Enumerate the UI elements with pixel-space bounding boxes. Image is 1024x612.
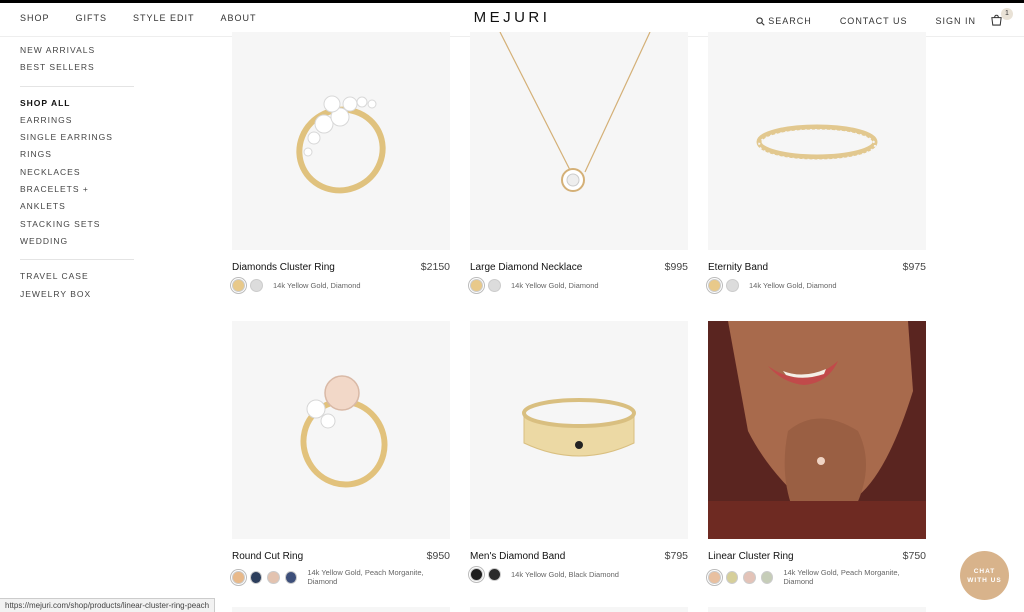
swatch-yellow-gold[interactable] [232, 279, 245, 292]
chat-label-line2: WITH US [967, 577, 1002, 584]
swatch-white-gold[interactable] [726, 279, 739, 292]
product-name[interactable]: Diamonds Cluster Ring [232, 262, 335, 273]
product-price: $975 [902, 261, 926, 273]
signin-link[interactable]: SIGN IN [935, 16, 976, 26]
swatch-peach[interactable] [232, 570, 245, 584]
product-material: 14k Yellow Gold, Black Diamond [511, 570, 619, 579]
sidebar-item-jewelry-box[interactable]: JEWELRY BOX [20, 286, 134, 303]
sidebar-item-stacking-sets[interactable]: STACKING SETS [20, 216, 134, 233]
nav-shop[interactable]: SHOP [20, 13, 50, 23]
nav-about[interactable]: ABOUT [221, 13, 257, 23]
utility-nav: SEARCH CONTACT US SIGN IN 1 [728, 8, 1013, 29]
sidebar-item-necklaces[interactable]: NECKLACES [20, 164, 134, 181]
product-price: $995 [664, 261, 688, 273]
product-price: $950 [426, 550, 450, 562]
product-card[interactable]: Diamonds Cluster Ring $2150 14k Yellow G… [232, 32, 450, 301]
color-swatches: 14k Yellow Gold, Peach Morganite, Diamon… [232, 568, 450, 586]
sidebar-item-new-arrivals[interactable]: NEW ARRIVALS [20, 42, 134, 59]
swatch-white-gold[interactable] [488, 279, 501, 292]
cart-count-badge: 1 [1001, 8, 1013, 20]
product-price: $750 [902, 550, 926, 562]
swatch-green[interactable] [725, 570, 739, 584]
product-material: 14k Yellow Gold, Diamond [749, 281, 837, 290]
cart-button[interactable]: 1 [990, 8, 1013, 29]
chat-label-line1: CHAT [973, 568, 996, 575]
product-name[interactable]: Men's Diamond Band [470, 551, 565, 562]
product-image[interactable] [470, 32, 688, 250]
swatch-yellow-gold[interactable] [708, 279, 721, 292]
sidebar-item-single-earrings[interactable]: SINGLE EARRINGS [20, 129, 134, 146]
product-material: 14k Yellow Gold, Peach Morganite, Diamon… [783, 568, 900, 586]
product-name[interactable]: Eternity Band [708, 262, 768, 273]
sidebar-item-rings[interactable]: RINGS [20, 146, 134, 163]
sidebar-item-travel-case[interactable]: TRAVEL CASE [20, 268, 134, 285]
product-image[interactable] [232, 32, 450, 250]
product-price: $795 [664, 550, 688, 562]
sidebar-item-earrings[interactable]: EARRINGS [20, 112, 134, 129]
swatch-rose[interactable] [267, 570, 280, 584]
search-link[interactable]: SEARCH [756, 16, 812, 26]
swatch-white-gold[interactable] [250, 279, 263, 292]
product-material: 14k Yellow Gold, Diamond [511, 281, 599, 290]
swatch-navy[interactable] [284, 570, 298, 584]
color-swatches: 14k Yellow Gold, Diamond [470, 279, 599, 292]
nav-style-edit[interactable]: STYLE EDIT [133, 13, 195, 23]
product-material: 14k Yellow Gold, Diamond [273, 281, 361, 290]
product-material: 14k Yellow Gold, Peach Morganite, Diamon… [307, 568, 424, 586]
color-swatches: 14k Yellow Gold, Diamond [708, 279, 837, 292]
color-swatches: 14k Yellow Gold, Diamond [232, 279, 361, 292]
swatch-peach[interactable] [708, 570, 721, 584]
product-price: $2150 [420, 261, 450, 273]
product-card[interactable]: Round Cut Ring $950 14k Yellow Gold, Pea… [232, 321, 450, 590]
sidebar-item-shop-all[interactable]: SHOP ALL [20, 95, 134, 112]
nav-gifts[interactable]: GIFTS [76, 13, 108, 23]
category-sidebar: NEW ARRIVALS BEST SELLERS SHOP ALL EARRI… [20, 42, 134, 303]
product-card-partial [232, 607, 450, 612]
swatch-rose[interactable] [743, 570, 756, 584]
product-image[interactable] [470, 321, 688, 539]
product-card-partial [708, 607, 926, 612]
chat-button[interactable]: CHAT WITH US [960, 551, 1009, 600]
main-nav: SHOP GIFTS STYLE EDIT ABOUT [20, 13, 283, 23]
product-image[interactable] [232, 321, 450, 539]
contact-link[interactable]: CONTACT US [840, 16, 908, 26]
swatch-yellow-gold[interactable] [470, 279, 483, 292]
swatch-sage[interactable] [760, 570, 774, 584]
product-card[interactable]: Eternity Band $975 14k Yellow Gold, Diam… [708, 32, 926, 301]
product-image[interactable] [708, 32, 926, 250]
product-card[interactable]: Linear Cluster Ring $750 14k Yellow Gold… [708, 321, 926, 590]
product-name[interactable]: Large Diamond Necklace [470, 262, 582, 273]
product-image[interactable] [708, 321, 926, 539]
product-card-partial [470, 607, 688, 612]
sidebar-item-best-sellers[interactable]: BEST SELLERS [20, 59, 134, 76]
search-icon [756, 16, 765, 26]
link-status-bar: https://mejuri.com/shop/products/linear-… [0, 598, 216, 612]
product-card[interactable]: Men's Diamond Band $795 14k Yellow Gold,… [470, 321, 688, 590]
sidebar-item-wedding[interactable]: WEDDING [20, 233, 134, 250]
color-swatches: 14k Yellow Gold, Peach Morganite, Diamon… [708, 568, 926, 586]
sidebar-divider [20, 259, 134, 261]
sidebar-item-bracelets-anklets[interactable]: BRACELETS + ANKLETS [20, 181, 134, 216]
color-swatches: 14k Yellow Gold, Black Diamond [470, 568, 619, 581]
product-name[interactable]: Linear Cluster Ring [708, 551, 794, 562]
product-name[interactable]: Round Cut Ring [232, 551, 303, 562]
sidebar-divider [20, 85, 134, 87]
search-label: SEARCH [768, 16, 812, 26]
swatch-black-silver[interactable] [488, 568, 501, 581]
swatch-blue[interactable] [249, 570, 263, 584]
product-card[interactable]: Large Diamond Necklace $995 14k Yellow G… [470, 32, 688, 301]
swatch-black-gold[interactable] [470, 568, 483, 581]
